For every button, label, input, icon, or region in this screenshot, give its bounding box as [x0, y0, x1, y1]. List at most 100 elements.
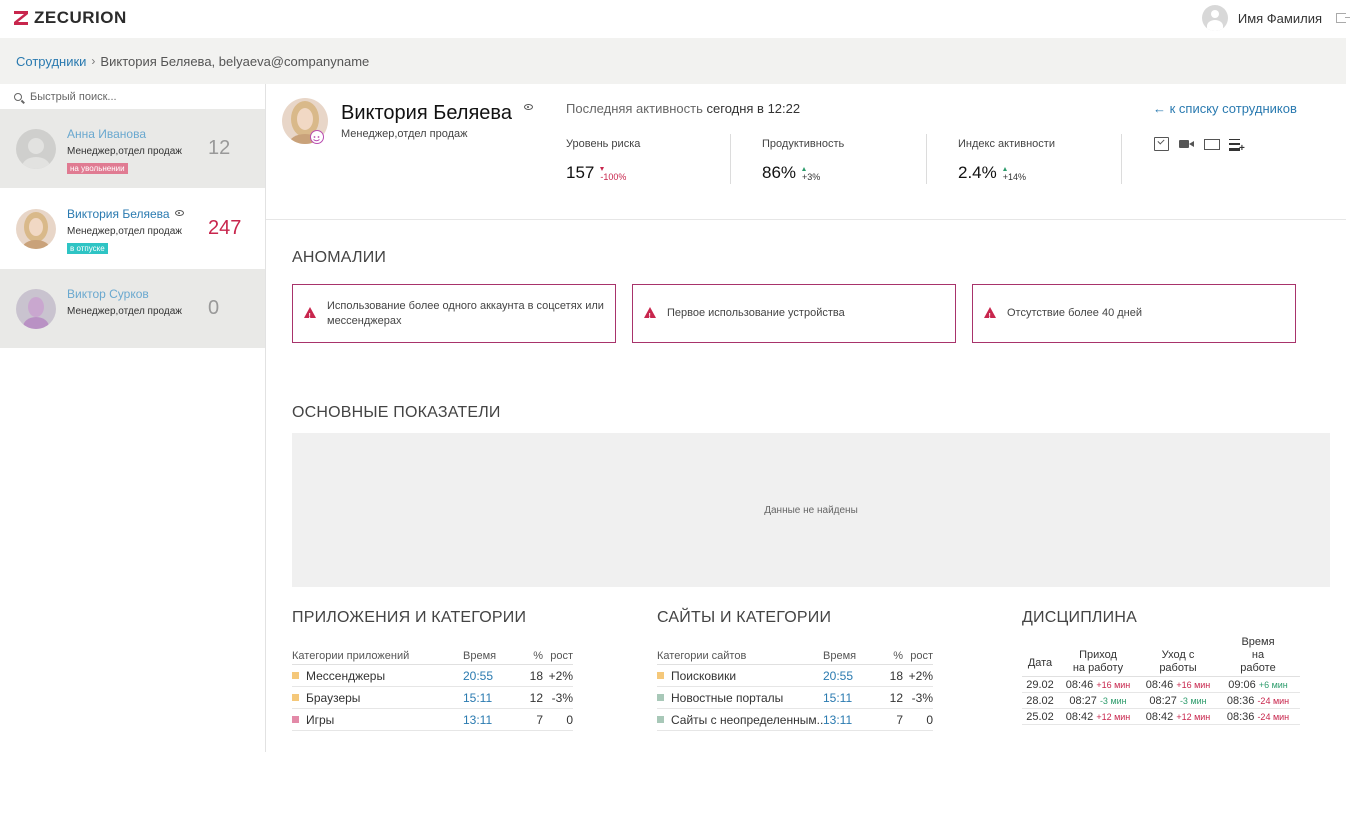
- growth-cell: -3%: [911, 690, 933, 705]
- time-cell[interactable]: 13:11: [463, 713, 523, 727]
- discipline-title: ДИСЦИПЛИНА: [1022, 609, 1137, 626]
- growth-cell: +2%: [908, 668, 933, 683]
- category-color-swatch: [657, 716, 664, 723]
- category-cell: Мессенджеры: [292, 669, 463, 683]
- anomalies-title: АНОМАЛИИ: [292, 249, 387, 266]
- employee-name[interactable]: Виктория Беляева: [67, 207, 184, 221]
- monitor-icon[interactable]: [1204, 137, 1220, 151]
- leave-time: 08:27: [1149, 694, 1177, 707]
- logout-icon[interactable]: [1336, 13, 1350, 23]
- anomaly-card[interactable]: Использование более одного аккаунта в со…: [292, 284, 616, 343]
- column-header[interactable]: Категории приложений: [292, 650, 463, 662]
- metric-delta: -100%: [600, 172, 627, 182]
- last-activity: Последняя активность сегодня в 12:22: [566, 101, 800, 116]
- risk-score: 247: [208, 217, 242, 239]
- category-cell: Поисковики: [657, 669, 823, 683]
- list-add-icon[interactable]: +: [1229, 137, 1245, 154]
- duration-delta: -24 мин: [1257, 695, 1290, 706]
- anomaly-card[interactable]: Первое использование устройства: [632, 284, 956, 343]
- video-camera-icon[interactable]: [1179, 137, 1194, 151]
- metric-risk: Уровень риска 157 -100%: [566, 138, 640, 183]
- column-header[interactable]: рост: [543, 650, 573, 662]
- metric-value-text: 2.4%: [958, 163, 997, 182]
- table-header: Категории сайтов Время % рост: [657, 648, 933, 665]
- eye-icon: [174, 210, 184, 216]
- table-row[interactable]: Новостные порталы 15:11 12 -3%: [657, 687, 933, 709]
- percent-cell: 12: [529, 690, 543, 705]
- brand-name: ZECURION: [34, 8, 127, 27]
- column-header: Уход с работы: [1159, 649, 1197, 674]
- metric-delta: +14%: [1002, 172, 1027, 182]
- employee-item[interactable]: Виктор Сурков Менеджер,отдел продаж 0: [0, 269, 265, 349]
- table-row: 25.02 08:42 +12 мин 08:42 +12 мин 08:36 …: [1022, 709, 1300, 725]
- category-name: Поисковики: [671, 668, 737, 683]
- duration-time: 08:36: [1226, 710, 1255, 723]
- logo[interactable]: ZECURION: [14, 8, 127, 28]
- user-menu[interactable]: Имя Фамилия: [1201, 5, 1350, 31]
- divider: [926, 134, 927, 184]
- table-header: Категории приложений Время % рост: [292, 648, 573, 665]
- arrival-delta: +12 мин: [1096, 711, 1131, 722]
- time-cell[interactable]: 15:11: [823, 691, 883, 705]
- employee-name[interactable]: Анна Иванова: [67, 127, 146, 141]
- table-row[interactable]: Игры 13:11 7 0: [292, 709, 573, 731]
- discipline-table: Дата Приход на работу Уход с работы Врем…: [1022, 636, 1300, 725]
- employee-item[interactable]: Анна Иванова Менеджер,отдел продаж на ув…: [0, 109, 265, 189]
- column-header: Приход на работу: [1072, 649, 1124, 674]
- last-activity-time: сегодня в 12:22: [706, 101, 801, 116]
- user-name: Имя Фамилия: [1237, 10, 1322, 26]
- employee-avatar: [16, 289, 56, 329]
- arrival-cell: 08:27 -3 мин: [1058, 695, 1138, 707]
- duration-time: 09:06: [1228, 678, 1256, 691]
- table-row[interactable]: Браузеры 15:11 12 -3%: [292, 687, 573, 709]
- table-row[interactable]: Мессенджеры 20:55 18 +2%: [292, 665, 573, 687]
- time-cell[interactable]: 20:55: [823, 669, 883, 683]
- category-cell: Игры: [292, 713, 463, 727]
- anomaly-text: Первое использование устройства: [667, 307, 845, 319]
- column-header[interactable]: Время: [463, 650, 523, 662]
- leave-delta: +12 мин: [1176, 711, 1211, 722]
- employee-sidebar: Быстрый поиск... Анна Иванова Менеджер,о…: [0, 84, 266, 752]
- time-cell[interactable]: 15:11: [463, 691, 523, 705]
- column-header[interactable]: %: [523, 650, 543, 662]
- metric-label: Индекс активности: [958, 138, 1055, 150]
- eye-icon[interactable]: [524, 99, 533, 117]
- column-header[interactable]: %: [883, 650, 903, 662]
- search-input[interactable]: Быстрый поиск...: [30, 91, 117, 103]
- time-cell[interactable]: 13:11: [823, 713, 883, 727]
- table-row[interactable]: Поисковики 20:55 18 +2%: [657, 665, 933, 687]
- last-activity-label: Последняя активность: [566, 101, 703, 116]
- column-header: Дата: [1027, 657, 1053, 669]
- no-data-text: Данные не найдены: [764, 504, 858, 516]
- percent-cell: 12: [889, 690, 903, 705]
- date-cell: 29.02: [1026, 678, 1054, 691]
- category-cell: Браузеры: [292, 691, 463, 705]
- breadcrumb-employees-link[interactable]: Сотрудники: [16, 54, 86, 69]
- checkbox-icon[interactable]: [1154, 137, 1169, 151]
- growth-cell: +2%: [548, 668, 573, 683]
- employee-role: Менеджер,отдел продаж: [67, 226, 182, 237]
- status-badge: на увольнении: [67, 163, 128, 174]
- arrival-delta: +16 мин: [1096, 679, 1131, 690]
- table-row[interactable]: Сайты с неопределенным... 13:11 7 0: [657, 709, 933, 731]
- anomaly-card[interactable]: Отсутствие более 40 дней: [972, 284, 1296, 343]
- duration-cell: 09:06 +6 мин: [1218, 679, 1298, 691]
- column-header[interactable]: рост: [903, 650, 933, 662]
- column-header[interactable]: Категории сайтов: [657, 650, 823, 662]
- employee-item[interactable]: Виктория Беляева Менеджер,отдел продаж в…: [0, 189, 265, 269]
- metric-value: 86% +3%: [762, 163, 844, 183]
- metric-value: 2.4% +14%: [958, 163, 1055, 183]
- anomaly-text: Использование более одного аккаунта в со…: [327, 299, 604, 327]
- leave-cell: 08:42 +12 мин: [1138, 711, 1218, 723]
- sites-table: Категории сайтов Время % рост Поисковики…: [657, 648, 933, 731]
- category-color-swatch: [292, 716, 299, 723]
- percent-cell: 18: [529, 668, 543, 683]
- column-header[interactable]: Время: [823, 650, 883, 662]
- quick-search[interactable]: Быстрый поиск...: [0, 84, 265, 109]
- time-cell[interactable]: 20:55: [463, 669, 523, 683]
- leave-delta: +16 мин: [1176, 679, 1211, 690]
- employee-avatar: [16, 129, 56, 169]
- back-to-list-link[interactable]: ← к списку сотрудников: [1153, 101, 1297, 116]
- growth-cell: 0: [926, 712, 933, 727]
- employee-name[interactable]: Виктор Сурков: [67, 287, 149, 301]
